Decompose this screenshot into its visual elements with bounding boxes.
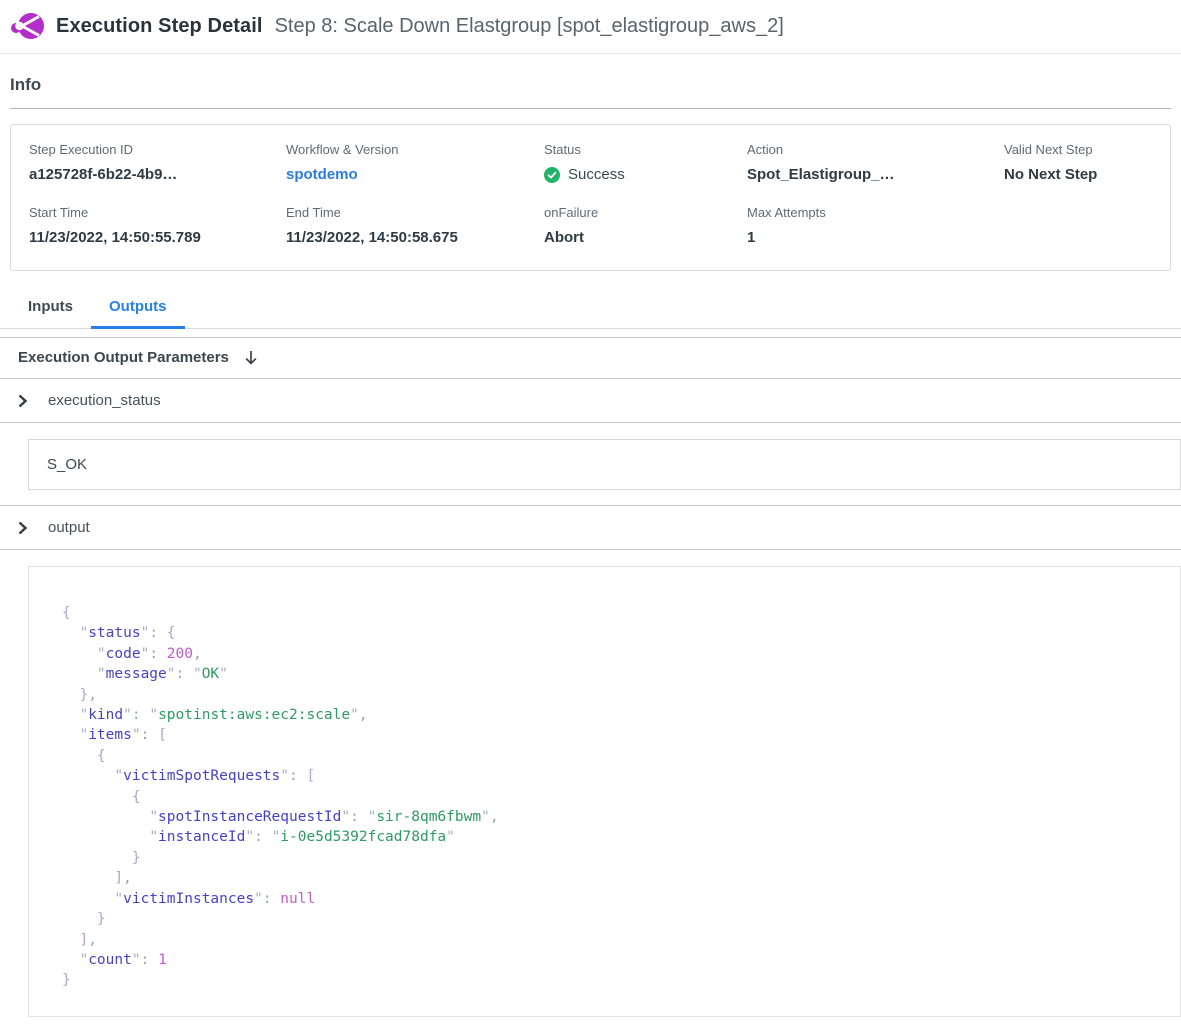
status-badge: Success (568, 166, 625, 183)
output-json-box: { "status": { "code": 200, "message": "O… (28, 566, 1181, 1017)
info-row-2: Start Time 11/23/2022, 14:50:55.789 End … (29, 205, 1152, 246)
output-parameters-header: Execution Output Parameters (0, 338, 1181, 379)
field-label: Workflow & Version (286, 142, 544, 157)
param-row-execution-status[interactable]: execution_status (0, 379, 1181, 423)
page-subtitle: Step 8: Scale Down Elastgroup [spot_elas… (275, 15, 784, 38)
field-value: Abort (544, 229, 747, 246)
field-label: Max Attempts (747, 205, 1004, 220)
field-value: No Next Step (1004, 166, 1152, 183)
execution-status-value-area: S_OK (0, 423, 1181, 506)
field-label: Action (747, 142, 1004, 157)
output-value-area: { "status": { "code": 200, "message": "O… (0, 550, 1181, 1027)
field-valid-next-step: Valid Next Step No Next Step (1004, 142, 1152, 184)
field-label: End Time (286, 205, 544, 220)
tab-outputs[interactable]: Outputs (91, 288, 185, 328)
app-header: Execution Step Detail Step 8: Scale Down… (0, 0, 1181, 54)
param-name: execution_status (48, 392, 161, 409)
field-label: Status (544, 142, 747, 157)
field-max-attempts: Max Attempts 1 (747, 205, 1004, 246)
field-onfailure: onFailure Abort (544, 205, 747, 246)
output-parameters-title: Execution Output Parameters (18, 349, 229, 366)
chevron-right-icon[interactable] (18, 521, 27, 535)
field-start-time: Start Time 11/23/2022, 14:50:55.789 (29, 205, 286, 246)
field-value: 11/23/2022, 14:50:55.789 (29, 229, 286, 246)
page-title: Execution Step Detail (56, 15, 263, 38)
tab-inputs[interactable]: Inputs (10, 288, 91, 328)
execution-status-value: S_OK (28, 439, 1181, 490)
success-check-icon (544, 167, 560, 183)
field-value: 11/23/2022, 14:50:58.675 (286, 229, 544, 246)
info-card: Step Execution ID a125728f-6b22-4b9… Wor… (10, 124, 1171, 271)
app-logo-icon (10, 11, 46, 41)
field-label: onFailure (544, 205, 747, 220)
field-label: Valid Next Step (1004, 142, 1152, 157)
field-end-time: End Time 11/23/2022, 14:50:58.675 (286, 205, 544, 246)
tab-bar: Inputs Outputs (0, 288, 1181, 329)
output-parameters-section: Execution Output Parameters execution_st… (0, 337, 1181, 1027)
field-step-execution-id: Step Execution ID a125728f-6b22-4b9… (29, 142, 286, 184)
chevron-right-icon[interactable] (18, 394, 27, 408)
param-row-output[interactable]: output (0, 506, 1181, 550)
output-json-code: { "status": { "code": 200, "message": "O… (62, 603, 1160, 991)
field-status: Status Success (544, 142, 747, 184)
field-label: Start Time (29, 205, 286, 220)
info-section-heading: Info (10, 75, 1171, 109)
field-action: Action Spot_Elastigroup_… (747, 142, 1004, 184)
field-value: Spot_Elastigroup_… (747, 166, 1004, 183)
sort-descending-icon[interactable] (243, 349, 259, 366)
field-label: Step Execution ID (29, 142, 286, 157)
info-row-1: Step Execution ID a125728f-6b22-4b9… Wor… (29, 142, 1152, 184)
field-value: 1 (747, 229, 1004, 246)
workflow-link[interactable]: spotdemo (286, 166, 358, 183)
field-value: a125728f-6b22-4b9… (29, 166, 286, 183)
param-name: output (48, 519, 90, 536)
field-workflow-version: Workflow & Version spotdemo (286, 142, 544, 184)
